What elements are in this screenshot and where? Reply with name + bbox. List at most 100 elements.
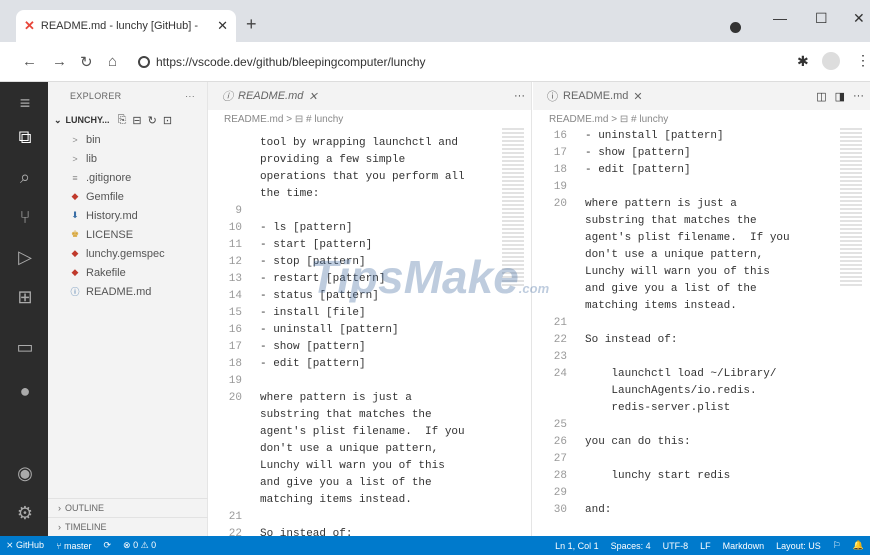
breadcrumb[interactable]: README.md > ⊟ # lunchy <box>208 110 531 128</box>
github-icon[interactable]: ● <box>14 380 36 402</box>
keyboard-layout[interactable]: Layout: US <box>776 541 821 551</box>
file-item[interactable]: ⓘ README.md <box>48 282 207 301</box>
problems-indicator[interactable]: ⊗ 0 ⚠ 0 <box>123 540 156 551</box>
left-editor-tab[interactable]: ⓘ README.md ✕ <box>218 82 322 110</box>
new-file-icon[interactable]: ⎘ <box>118 114 127 127</box>
extension-icon[interactable]: ✱ <box>797 53 809 70</box>
remote-indicator[interactable]: ⨯ GitHub <box>6 540 44 551</box>
code-line: you can do this: <box>585 436 691 448</box>
file-name: Gemfile <box>86 190 124 203</box>
minimap[interactable] <box>840 128 862 288</box>
close-icon[interactable]: ✕ <box>308 90 317 103</box>
open-preview-icon[interactable]: ◫ <box>816 90 826 103</box>
maximize-button[interactable]: ☐ <box>815 10 828 27</box>
code-line: the time: <box>260 188 320 200</box>
settings-gear-icon[interactable]: ⚙ <box>14 502 36 524</box>
file-type-icon: ⬇ <box>71 210 79 220</box>
code-line: don't use a unique pattern, <box>260 443 439 455</box>
file-item[interactable]: ♚ LICENSE <box>48 225 207 244</box>
file-item[interactable]: ⬇ History.md <box>48 206 207 225</box>
file-type-icon: ◆ <box>71 248 79 258</box>
file-name: LICENSE <box>86 228 134 241</box>
code-line: and: <box>585 504 612 516</box>
new-folder-icon[interactable]: ⊟ <box>132 114 141 127</box>
url-field[interactable]: https://vscode.dev/github/bleepingcomput… <box>138 50 778 74</box>
outline-section[interactable]: › OUTLINE <box>48 498 208 517</box>
close-tab-icon[interactable]: ✕ <box>217 18 228 34</box>
file-name: .gitignore <box>86 171 132 184</box>
code-line: - edit [pattern] <box>260 358 366 370</box>
more-icon[interactable]: ··· <box>514 90 525 102</box>
tab-title: README.md - lunchy [GitHub] - <box>40 20 198 32</box>
file-type-icon: ◆ <box>71 267 79 277</box>
forward-icon[interactable]: → <box>52 53 67 70</box>
split-editor-icon[interactable]: ◨ <box>835 90 845 103</box>
feedback-icon[interactable]: ⚐ <box>833 540 841 551</box>
collapse-icon[interactable]: ⊡ <box>163 114 172 127</box>
folder-root[interactable]: ⌄ LUNCHY... ⎘ ⊟ ↻ ⊡ <box>48 110 207 130</box>
search-icon[interactable]: ⌕ <box>14 166 36 188</box>
home-icon[interactable]: ⌂ <box>108 53 117 70</box>
remote-explorer-icon[interactable]: ▭ <box>14 336 36 358</box>
close-window-button[interactable]: ✕ <box>853 10 865 27</box>
info-icon: ⓘ <box>547 91 558 103</box>
encoding[interactable]: UTF-8 <box>663 541 689 551</box>
line-number: 11 <box>228 239 242 251</box>
branch-label: master <box>63 540 92 551</box>
left-editor: ⓘ README.md ✕ ··· README.md > ⊟ # lunchy t… <box>208 82 532 540</box>
code-line: providing a few simple <box>260 154 406 166</box>
code-line: - install [file] <box>260 307 366 319</box>
cursor-position[interactable]: Ln 1, Col 1 <box>555 541 599 551</box>
file-item[interactable]: > lib <box>48 149 207 168</box>
activity-bar: ≡ ⧉ ⌕ ⑂ ▷ ⊞ ▭ ● ◉ ⚙ <box>0 82 48 536</box>
right-tab-label: README.md <box>563 90 629 102</box>
line-number: 22 <box>553 334 567 346</box>
extensions-icon[interactable]: ⊞ <box>14 286 36 308</box>
browser-menu-icon[interactable]: ⋮ <box>856 52 870 69</box>
eol[interactable]: LF <box>700 541 711 551</box>
minimize-button[interactable]: — <box>773 10 787 26</box>
file-type-icon: ≡ <box>72 172 78 183</box>
browser-tab[interactable]: ✕ README.md - lunchy [GitHub] - ✕ <box>16 10 236 42</box>
profile-avatar[interactable] <box>822 52 840 70</box>
reload-icon[interactable]: ↻ <box>80 53 93 71</box>
run-debug-icon[interactable]: ▷ <box>14 246 36 268</box>
close-icon[interactable]: ✕ <box>633 90 642 103</box>
refresh-icon[interactable]: ↻ <box>148 114 157 127</box>
timeline-section[interactable]: › TIMELINE <box>48 517 208 536</box>
code-line: LaunchAgents/io.redis. <box>585 385 757 397</box>
file-item[interactable]: ≡ .gitignore <box>48 168 207 187</box>
language-mode[interactable]: Markdown <box>723 541 765 551</box>
line-number: 10 <box>228 222 242 234</box>
site-info-icon[interactable] <box>138 56 150 68</box>
accounts-icon[interactable]: ◉ <box>14 462 36 484</box>
source-control-icon[interactable]: ⑂ <box>14 206 36 228</box>
line-number: 29 <box>553 487 567 499</box>
sync-icon[interactable]: ⟳ <box>103 540 111 551</box>
status-bar: ⨯ GitHub ⑂ master ⟳ ⊗ 0 ⚠ 0 Ln 1, Col 1 … <box>0 536 870 555</box>
code-line: where pattern is just a <box>260 392 412 404</box>
more-actions-icon[interactable]: ··· <box>185 91 195 101</box>
new-tab-button[interactable]: + <box>246 14 257 35</box>
address-bar: ← → ↻ ⌂ https://vscode.dev/github/bleepi… <box>0 42 870 82</box>
branch-indicator[interactable]: ⑂ master <box>56 541 91 551</box>
file-item[interactable]: ◆ Gemfile <box>48 187 207 206</box>
explorer-icon[interactable]: ⧉ <box>14 126 36 148</box>
back-icon[interactable]: ← <box>22 53 37 70</box>
file-item[interactable]: ◆ lunchy.gemspec <box>48 244 207 263</box>
code-line: - ls [pattern] <box>260 222 353 234</box>
record-icon[interactable] <box>730 22 741 33</box>
indentation[interactable]: Spaces: 4 <box>611 541 651 551</box>
breadcrumb[interactable]: README.md > ⊟ # lunchy <box>533 110 870 128</box>
file-item[interactable]: > bin <box>48 130 207 149</box>
code-line: and give you a list of the <box>585 283 757 295</box>
menu-icon[interactable]: ≡ <box>14 92 36 114</box>
right-editor-tab[interactable]: ⓘ README.md ✕ <box>543 82 647 110</box>
notifications-icon[interactable]: 🔔 <box>853 540 864 551</box>
file-type-icon: ◆ <box>71 191 79 201</box>
more-icon[interactable]: ··· <box>853 90 864 103</box>
file-item[interactable]: ◆ Rakefile <box>48 263 207 282</box>
code-line: - uninstall [pattern] <box>585 130 724 142</box>
url-text: https://vscode.dev/github/bleepingcomput… <box>156 55 426 69</box>
file-name: README.md <box>86 285 152 298</box>
